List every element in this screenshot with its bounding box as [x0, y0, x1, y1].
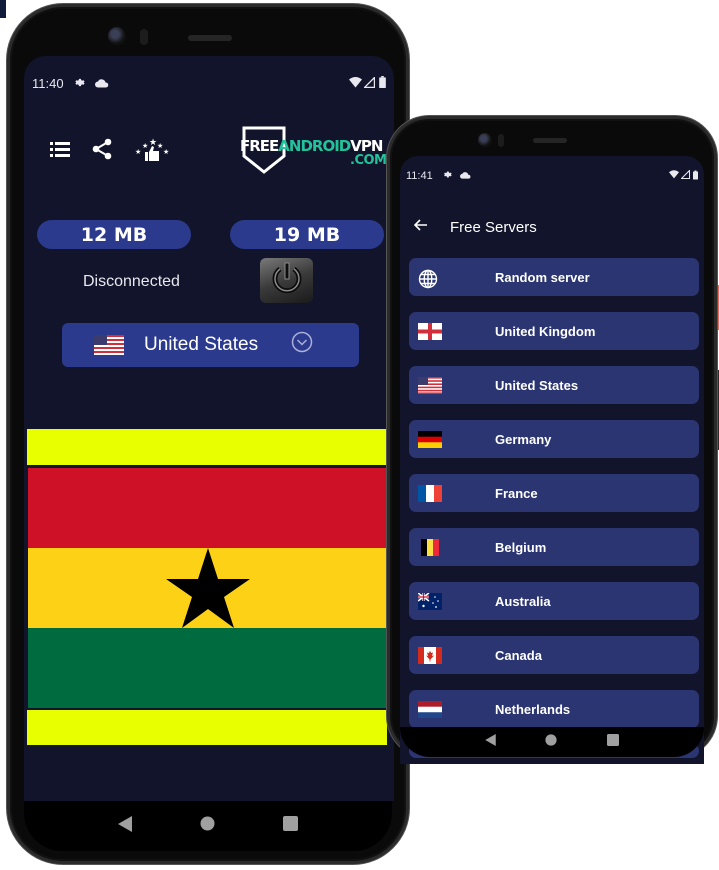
- server-item-uk[interactable]: United Kingdom: [409, 312, 699, 350]
- server-name: Australia: [495, 593, 551, 609]
- proximity-sensor: [140, 29, 148, 45]
- battery-icon: [379, 75, 386, 91]
- power-button[interactable]: [260, 258, 313, 303]
- uk-flag-icon: [418, 322, 442, 340]
- earpiece-speaker: [533, 138, 567, 143]
- connection-status: Disconnected: [83, 273, 180, 290]
- download-usage-pill: 12 MB: [37, 220, 191, 249]
- system-nav-bar: [400, 727, 704, 757]
- flag-green-stripe: [28, 628, 388, 708]
- right-phone-frame: 11:41 Free Servers Random server United …: [387, 116, 717, 764]
- selected-country-name: United States: [144, 334, 259, 355]
- status-time: 11:41: [406, 170, 433, 182]
- logo-text-com: .COM: [350, 153, 387, 168]
- status-time: 11:40: [32, 75, 64, 91]
- corner-mark: [0, 0, 6, 18]
- upload-usage-pill: 19 MB: [230, 220, 384, 249]
- server-item-us[interactable]: United States: [409, 366, 699, 404]
- chevron-down-circle-icon[interactable]: [291, 331, 313, 359]
- server-name: Belgium: [495, 539, 547, 555]
- nav-home-icon[interactable]: [545, 733, 558, 751]
- nav-recents-icon[interactable]: [283, 816, 298, 836]
- battery-icon: [693, 170, 698, 183]
- server-item-random[interactable]: Random server: [409, 258, 699, 296]
- nav-back-icon[interactable]: [118, 815, 132, 837]
- signal-icon: [362, 75, 376, 91]
- server-item-australia[interactable]: Australia: [409, 582, 699, 620]
- settings-icon: [443, 170, 452, 182]
- cloud-icon: [94, 76, 109, 91]
- power-icon: [269, 260, 305, 301]
- server-name: Random server: [495, 269, 590, 285]
- page-title: Free Servers: [450, 218, 537, 236]
- server-item-belgium[interactable]: Belgium: [409, 528, 699, 566]
- fr-flag-icon: [418, 484, 442, 502]
- arrow-left-icon[interactable]: [413, 218, 428, 236]
- front-camera-icon: [478, 133, 492, 147]
- cloud-icon: [459, 170, 471, 182]
- wifi-icon: [349, 76, 362, 91]
- server-name: Germany: [495, 431, 552, 447]
- ghana-flag-display: [26, 429, 389, 747]
- nav-back-icon[interactable]: [485, 733, 496, 751]
- wifi-icon: [669, 170, 679, 182]
- status-bar: 11:41: [400, 168, 704, 184]
- us-flag-icon: [94, 335, 124, 355]
- au-flag-icon: [417, 591, 442, 610]
- rate-stars-thumbs-up-icon[interactable]: ★ ★ ★ ★ ★: [134, 136, 170, 167]
- front-camera-icon: [108, 27, 126, 45]
- settings-icon: [74, 76, 85, 91]
- svg-text:★: ★: [163, 148, 169, 156]
- de-flag-icon: [418, 430, 442, 448]
- menu-list-icon[interactable]: [50, 141, 70, 162]
- server-item-germany[interactable]: Germany: [409, 420, 699, 458]
- app-logo: FREEANDROIDVPN .COM: [240, 126, 394, 174]
- globe-icon: [418, 269, 442, 288]
- flag-top-band: [27, 429, 388, 465]
- server-item-netherlands[interactable]: Netherlands: [409, 690, 699, 728]
- server-name: United Kingdom: [495, 323, 596, 339]
- signal-icon: [680, 169, 691, 182]
- proximity-sensor: [498, 134, 504, 147]
- us-flag-icon: [418, 376, 442, 394]
- main-toolbar: ★ ★ ★ ★ ★: [50, 136, 170, 167]
- servers-header: Free Servers: [413, 218, 537, 236]
- share-icon[interactable]: [92, 138, 112, 165]
- flag-red-stripe: [28, 468, 388, 548]
- server-item-canada[interactable]: Canada: [409, 636, 699, 674]
- earpiece-speaker: [188, 35, 232, 41]
- nav-home-icon[interactable]: [200, 816, 215, 836]
- be-flag-icon: [418, 538, 442, 556]
- flag-bottom-band: [26, 710, 387, 745]
- server-name: Netherlands: [495, 701, 571, 717]
- server-name: France: [495, 485, 538, 501]
- server-name: United States: [495, 377, 579, 393]
- main-screen: 11:40 ★ ★ ★ ★ ★ FREEANDROIDVPN .COM 12 M…: [24, 56, 394, 801]
- left-phone-frame: 11:40 ★ ★ ★ ★ ★ FREEANDROIDVPN .COM 12 M…: [7, 4, 409, 864]
- ca-flag-icon: [418, 646, 442, 664]
- svg-text:★: ★: [135, 148, 141, 156]
- nav-recents-icon[interactable]: [607, 733, 620, 751]
- svg-text:★: ★: [149, 137, 157, 147]
- system-nav-bar: [24, 801, 392, 851]
- server-item-france[interactable]: France: [409, 474, 699, 512]
- servers-screen: 11:41 Free Servers Random server United …: [400, 156, 704, 764]
- app-showcase: 11:40 ★ ★ ★ ★ ★ FREEANDROIDVPN .COM 12 M…: [0, 0, 719, 870]
- svg-text:★: ★: [142, 142, 148, 150]
- logo-text-android: ANDROID: [278, 137, 351, 155]
- nl-flag-icon: [418, 700, 442, 718]
- country-selector[interactable]: United States: [62, 323, 359, 367]
- server-name: Canada: [495, 647, 542, 663]
- logo-text-free: FREE: [240, 137, 279, 155]
- status-bar: 11:40: [24, 74, 394, 92]
- server-list: Random server United Kingdom United Stat…: [409, 258, 699, 758]
